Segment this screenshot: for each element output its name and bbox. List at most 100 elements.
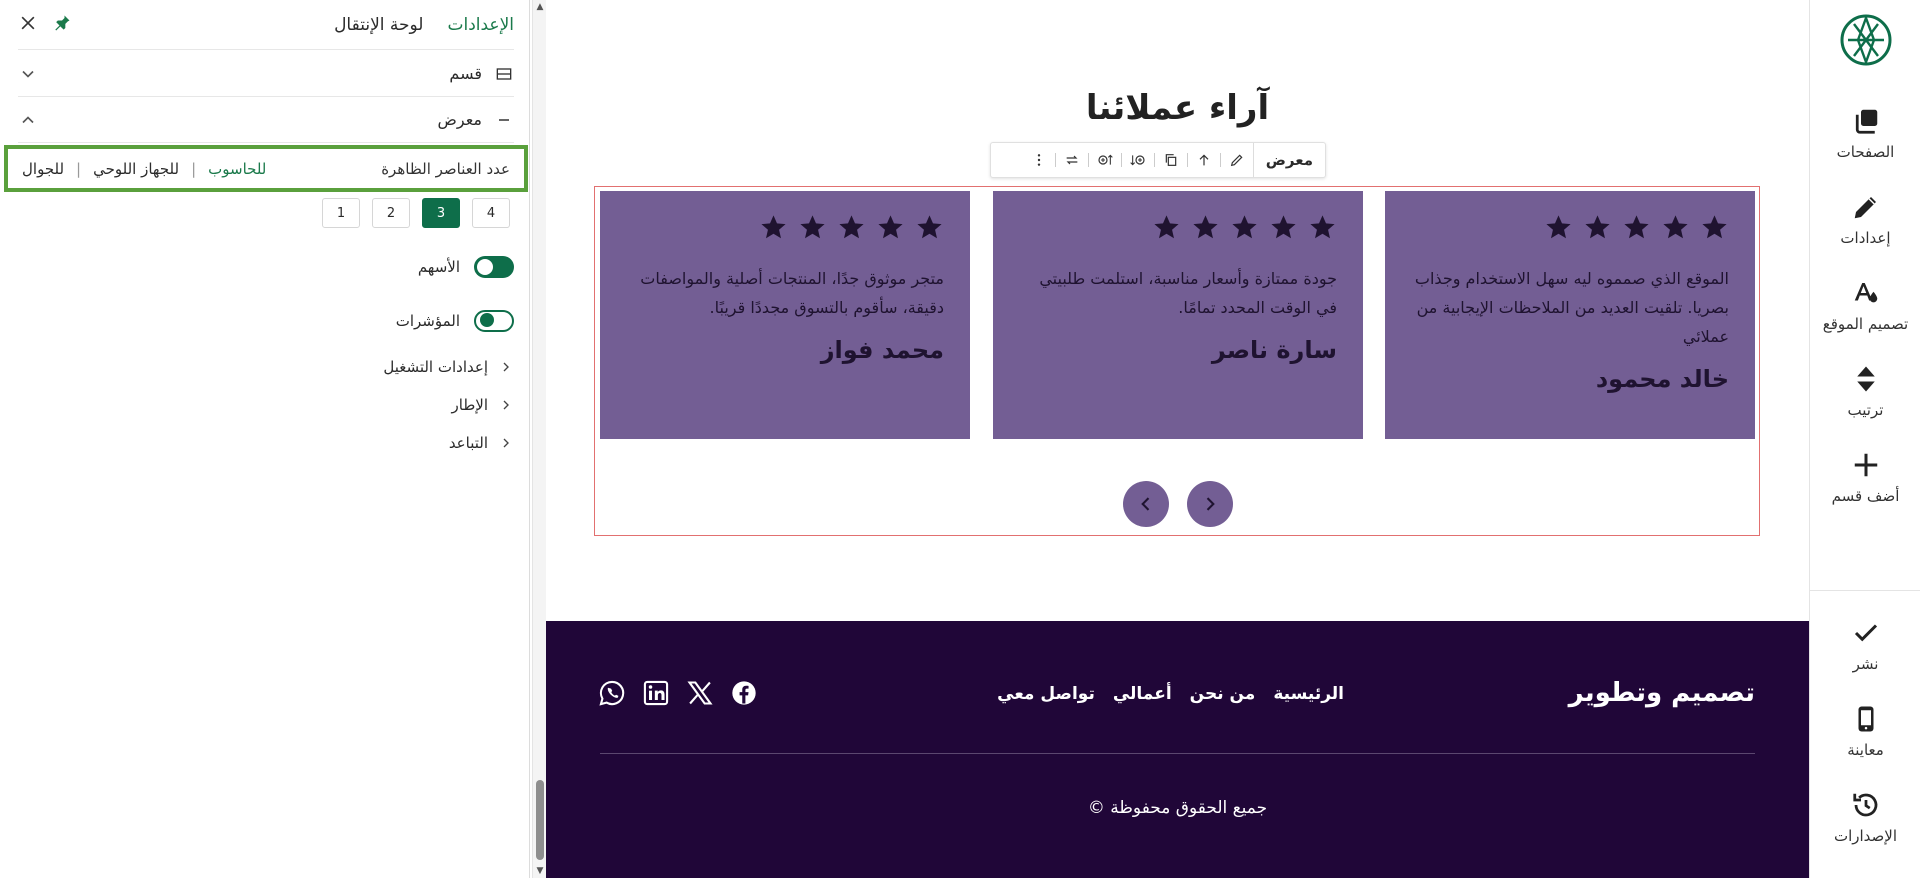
swap-button[interactable]	[1056, 143, 1088, 177]
gallery-navigation	[1123, 481, 1233, 527]
star-icon	[1546, 215, 1571, 239]
tab-settings[interactable]: الإعدادات	[447, 15, 514, 35]
count-option-2[interactable]: 2	[372, 198, 410, 228]
footer-brand[interactable]: تصميم وتطوير	[1569, 678, 1755, 708]
rail-add-section[interactable]: أضف قسم	[1810, 450, 1920, 505]
arrow-up-icon	[1199, 154, 1209, 166]
indicators-toggle[interactable]	[474, 310, 514, 332]
testimonials-title[interactable]: آراء عملائنا	[546, 88, 1809, 128]
footer-copyright: جميع الحقوق محفوظة ©	[1087, 798, 1268, 818]
arrows-toggle[interactable]	[474, 256, 514, 278]
section-row[interactable]: قسم	[18, 51, 514, 97]
count-option-3[interactable]: 3	[422, 198, 460, 228]
star-icon	[1663, 215, 1688, 239]
arrows-setting: الأسهم	[418, 256, 514, 278]
footer-nav: الرئيسية من نحن أعمالي تواصل معي	[997, 684, 1344, 704]
star-icon	[800, 215, 825, 239]
scrollbar-thumb[interactable]	[536, 780, 544, 860]
scroll-down-icon[interactable]: ▼	[535, 866, 545, 876]
footer-link-about[interactable]: من نحن	[1190, 684, 1256, 704]
gallery-prev-button[interactable]	[1123, 481, 1169, 527]
visible-items-device-selector: عدد العناصر الظاهرة للحاسوب | للجهاز الل…	[4, 145, 528, 192]
rail-versions[interactable]: الإصدارات	[1810, 790, 1920, 845]
gallery-next-button[interactable]	[1187, 481, 1233, 527]
rating-stars	[1019, 213, 1337, 242]
rating-stars	[626, 213, 944, 242]
visible-items-title: عدد العناصر الظاهرة	[381, 159, 510, 178]
toolbar-element-label: معرض	[1252, 143, 1325, 177]
testimonial-card[interactable]: جودة ممتازة وأسعار مناسبة، استلمت طلبيتي…	[993, 191, 1363, 439]
facebook-icon[interactable]	[730, 679, 758, 707]
linkedin-icon[interactable]	[642, 679, 670, 707]
add-above-button[interactable]	[1089, 143, 1121, 177]
star-icon	[1585, 215, 1610, 239]
testimonial-card[interactable]: متجر موثوق جدًا، المنتجات أصلية والمواصف…	[600, 191, 970, 439]
rail-pages[interactable]: الصفحات	[1810, 106, 1920, 161]
copy-icon	[1165, 154, 1177, 166]
add-above-icon	[1098, 154, 1113, 165]
rail-preview[interactable]: معاينة	[1810, 704, 1920, 759]
device-mobile[interactable]: للجوال	[22, 160, 64, 178]
autoplay-settings-expander[interactable]: إعدادات التشغيل	[383, 358, 514, 376]
testimonial-text: جودة ممتازة وأسعار مناسبة، استلمت طلبيتي…	[1039, 269, 1337, 317]
edit-button[interactable]	[1221, 143, 1253, 177]
rail-preview-label: معاينة	[1847, 741, 1884, 759]
panel-scrollbar[interactable]: ▲ ▼	[532, 0, 546, 878]
tab-navigator[interactable]: لوحة الإنتقال	[334, 15, 423, 35]
pin-icon	[55, 15, 70, 30]
star-icon	[1310, 215, 1335, 239]
close-panel-button[interactable]	[18, 13, 38, 37]
more-options-button[interactable]	[1023, 143, 1055, 177]
add-below-button[interactable]	[1122, 143, 1154, 177]
device-desktop[interactable]: للحاسوب	[208, 160, 266, 178]
gallery-row[interactable]: معرض	[18, 97, 514, 143]
rail-publish-label: نشر	[1852, 655, 1879, 673]
more-vertical-icon	[1037, 154, 1040, 166]
logo-icon	[1840, 14, 1891, 66]
plus-icon	[1854, 453, 1877, 477]
rail-pages-label: الصفحات	[1836, 143, 1895, 161]
rail-design[interactable]: تصميم الموقع	[1810, 278, 1920, 333]
rail-design-label: تصميم الموقع	[1822, 315, 1909, 333]
move-up-button[interactable]	[1188, 143, 1220, 177]
footer-divider	[600, 753, 1755, 754]
testimonial-text: متجر موثوق جدًا، المنتجات أصلية والمواصف…	[640, 269, 944, 317]
duplicate-button[interactable]	[1155, 143, 1187, 177]
count-option-1[interactable]: 1	[322, 198, 360, 228]
rail-add-section-label: أضف قسم	[1831, 487, 1900, 505]
star-icon	[839, 215, 864, 239]
arrows-label: الأسهم	[417, 258, 460, 276]
item-count-options: 1 2 3 4	[322, 198, 510, 228]
pages-icon	[1855, 109, 1877, 134]
section-icon	[496, 67, 512, 80]
footer-link-works[interactable]: أعمالي	[1113, 684, 1172, 704]
border-expander[interactable]: الإطار	[452, 396, 514, 414]
rail-settings[interactable]: إعدادات	[1810, 192, 1920, 247]
testimonials-gallery[interactable]: الموقع الذي صمموه ليه سهل الاستخدام وجذا…	[594, 186, 1760, 536]
x-twitter-icon[interactable]	[686, 679, 714, 707]
rail-order[interactable]: ترتيب	[1810, 364, 1920, 419]
footer-link-contact[interactable]: تواصل معي	[997, 684, 1095, 704]
rating-stars	[1411, 213, 1729, 242]
indicators-setting: المؤشرات	[396, 310, 514, 332]
sort-icon	[1856, 366, 1875, 392]
scroll-up-icon[interactable]: ▲	[535, 2, 545, 12]
footer-link-home[interactable]: الرئيسية	[1273, 684, 1344, 704]
rail-publish[interactable]: نشر	[1810, 618, 1920, 673]
count-option-4[interactable]: 4	[472, 198, 510, 228]
device-tablet[interactable]: للجهاز اللوحي	[93, 160, 179, 178]
add-below-icon	[1130, 155, 1145, 166]
pin-button[interactable]	[52, 13, 72, 37]
chevron-right-icon	[503, 400, 509, 410]
rail-settings-label: إعدادات	[1840, 229, 1891, 247]
social-links	[598, 679, 758, 707]
settings-panel: الإعدادات لوحة الإنتقال قسم معرض عدد الع…	[0, 0, 532, 878]
chevron-down-icon	[22, 70, 34, 78]
site-footer: تصميم وتطوير الرئيسية من نحن أعمالي تواص…	[546, 621, 1809, 878]
whatsapp-icon[interactable]	[598, 679, 626, 707]
rail-versions-label: الإصدارات	[1833, 827, 1898, 845]
testimonial-card[interactable]: الموقع الذي صمموه ليه سهل الاستخدام وجذا…	[1385, 191, 1755, 439]
spacing-expander[interactable]: التباعد	[449, 434, 514, 452]
app-logo[interactable]	[1810, 12, 1920, 68]
panel-header: الإعدادات لوحة الإنتقال	[18, 0, 514, 50]
